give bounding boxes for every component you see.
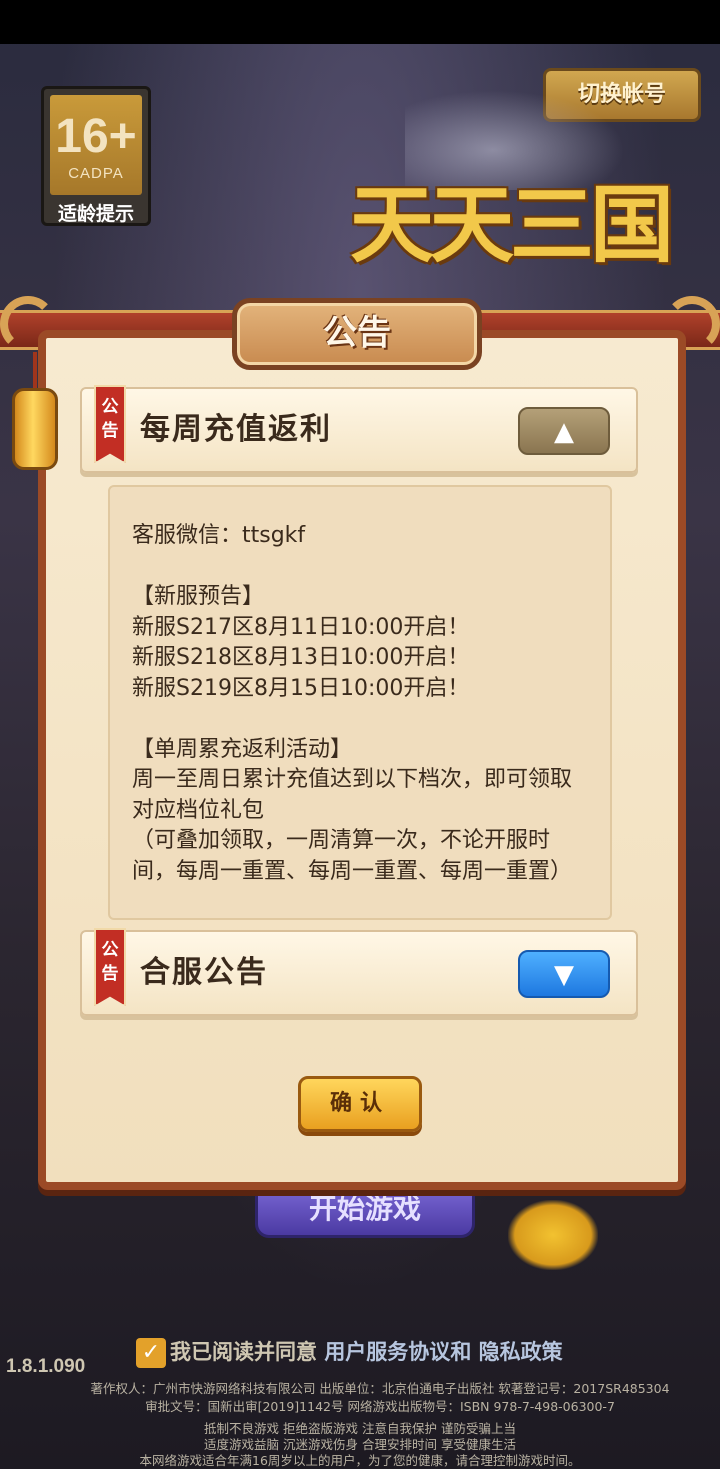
- announcement-header-server-merge[interactable]: 公告 合服公告 ▼: [80, 928, 638, 1016]
- age-rating-org: CADPA: [68, 165, 124, 182]
- agree-checkbox[interactable]: ✓: [136, 1338, 166, 1368]
- lantern-string: [33, 352, 37, 388]
- new-server-heading: 【新服预告】: [132, 584, 265, 609]
- server-line: 新服S219区8月15日10:00开启！: [132, 675, 470, 701]
- announcement-tag: 公告: [94, 928, 126, 1006]
- activity-heading: 【单周累充返利活动】: [132, 736, 353, 762]
- confirm-button[interactable]: 确认: [298, 1076, 422, 1132]
- status-bar: [0, 0, 720, 44]
- agreement-row: ✓ 我已阅读并同意 用户服务协议和 隐私政策: [136, 1334, 616, 1370]
- announcement-body[interactable]: 客服微信：ttsgkf 【新服预告】 新服S217区8月11日10:00开启！ …: [108, 485, 612, 920]
- age-rating-badge[interactable]: 16+ CADPA 适龄提示: [41, 86, 151, 226]
- age-rating-tip: 适龄提示: [57, 203, 134, 225]
- user-agreement-link[interactable]: 用户服务协议: [324, 1340, 450, 1364]
- activity-description: 周一至周日累计充值达到以下档次，即可领取对应档位礼包: [132, 767, 573, 823]
- and-text: 和: [450, 1340, 472, 1364]
- server-line: 新服S217区8月11日10:00开启！: [132, 614, 470, 640]
- age-rating-plate: 16+ CADPA: [50, 95, 142, 195]
- announcement-title: 合服公告: [140, 955, 268, 990]
- triangle-up-icon: ▲: [554, 417, 574, 447]
- age-notice: 本网络游戏适合年满16周岁以上的用户，为了您的健康，请合理控制游戏时间。: [139, 1453, 581, 1468]
- announcement-header-weekly-rebate[interactable]: 公告 每周充值返利 ▲: [80, 385, 638, 473]
- age-rating-number: 16+: [55, 110, 137, 163]
- dialog-title: 公告: [232, 298, 482, 370]
- version-label: 1.8.1.090: [6, 1356, 86, 1377]
- wechat-contact: 客服微信：ttsgkf: [132, 523, 306, 548]
- legal-approval: 审批文号：国新出审[2019]1142号 网络游戏出版物号：ISBN 978-7…: [145, 1399, 615, 1414]
- expand-button[interactable]: ▼: [518, 950, 610, 998]
- legal-copyright: 著作权人：广州市快游网络科技有限公司 出版单位：北京伯通电子出版社 软著登记号：…: [90, 1381, 670, 1396]
- announcement-tag: 公告: [94, 385, 126, 463]
- lantern-icon: [12, 388, 58, 470]
- announcement-title: 每周充值返利: [140, 412, 332, 447]
- privacy-policy-link[interactable]: 隐私政策: [479, 1340, 563, 1364]
- agree-text: 我已阅读并同意: [170, 1340, 317, 1364]
- activity-note: （可叠加领取，一周清算一次，不论开服时间，每周一重置、每周一重置、每周一重置）: [132, 828, 573, 884]
- chick-mascot: [508, 1200, 598, 1270]
- collapse-button[interactable]: ▲: [518, 407, 610, 455]
- game-logo: 天天三国: [349, 176, 674, 274]
- server-line: 新服S218区8月13日10:00开启！: [132, 645, 470, 670]
- triangle-down-icon: ▼: [554, 960, 574, 990]
